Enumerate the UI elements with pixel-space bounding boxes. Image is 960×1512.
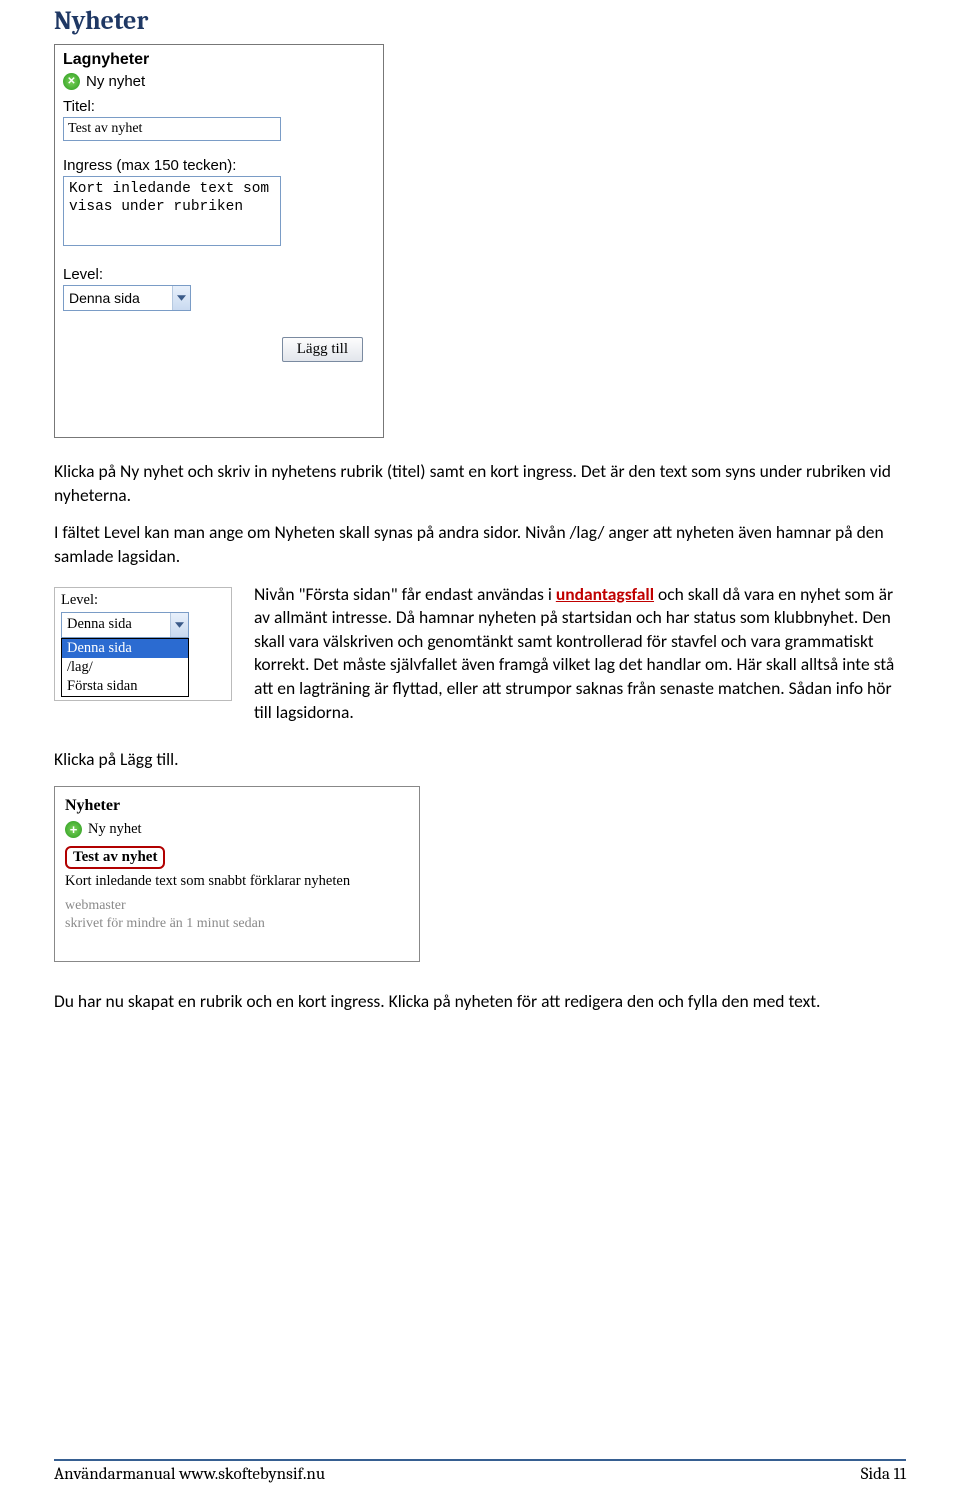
footer-left: Användarmanual www.skoftebynsif.nu	[54, 1465, 325, 1484]
ingress-textarea[interactable]	[63, 176, 281, 246]
lagg-till-button[interactable]: Lägg till	[282, 337, 363, 362]
footer-right: Sida 11	[861, 1465, 906, 1484]
titel-label: Titel:	[63, 98, 375, 115]
widget2-new-link[interactable]: + Ny nyhet	[65, 821, 409, 838]
leveldrop-select[interactable]: Denna sida	[61, 612, 189, 638]
news-time: skrivet för mindre än 1 minut sedan	[65, 915, 409, 933]
lagnyheter-form: Lagnyheter Ny nyhet Titel: Ingress (max …	[54, 44, 384, 438]
add-icon: +	[65, 821, 82, 838]
leveldrop-option[interactable]: Denna sida	[62, 639, 188, 658]
delete-icon	[63, 73, 80, 90]
chevron-down-icon	[172, 286, 190, 310]
paragraph-4: Klicka på Lägg till.	[54, 748, 906, 772]
leveldrop-selected: Denna sida	[62, 616, 137, 633]
news-item-title[interactable]: Test av nyhet	[65, 846, 165, 869]
widget1-title: Lagnyheter	[63, 51, 375, 69]
para3-pre: Nivån "Första sidan" får endast användas…	[254, 583, 556, 605]
level-select[interactable]: Denna sida	[63, 285, 191, 311]
ingress-label: Ingress (max 150 tecken):	[63, 157, 375, 174]
leveldrop-options: Denna sida /lag/ Första sidan	[61, 638, 189, 697]
widget2-new-label: Ny nyhet	[88, 821, 142, 838]
paragraph-5: Du har nu skapat en rubrik och en kort i…	[54, 990, 906, 1014]
widget2-heading: Nyheter	[65, 797, 409, 815]
new-nyhet-link[interactable]: Ny nyhet	[63, 73, 375, 90]
page-heading: Nyheter	[54, 6, 906, 36]
page-footer: Användarmanual www.skoftebynsif.nu Sida …	[54, 1459, 906, 1484]
nyheter-list-widget: Nyheter + Ny nyhet Test av nyhet Kort in…	[54, 786, 420, 962]
leveldrop-option[interactable]: Första sidan	[62, 677, 188, 696]
news-item-meta: webmaster skrivet för mindre än 1 minut …	[65, 897, 409, 933]
titel-input[interactable]	[63, 117, 281, 141]
leveldrop-option[interactable]: /lag/	[62, 658, 188, 677]
paragraph-1: Klicka på Ny nyhet och skriv in nyhetens…	[54, 460, 906, 507]
leveldrop-label: Level:	[61, 592, 225, 609]
undantagsfall-emphasis: undantagsfall	[556, 583, 654, 605]
news-author: webmaster	[65, 897, 409, 915]
new-nyhet-label: Ny nyhet	[86, 73, 145, 90]
level-label: Level:	[63, 266, 375, 283]
paragraph-2a: I fältet Level kan man ange om Nyheten s…	[54, 521, 906, 568]
level-dropdown-open: Level: Denna sida Denna sida /lag/ Först…	[54, 587, 232, 701]
news-item-ingress: Kort inledande text som snabbt förklarar…	[65, 872, 409, 891]
level-selected-text: Denna sida	[64, 290, 145, 306]
chevron-down-icon	[170, 613, 188, 637]
